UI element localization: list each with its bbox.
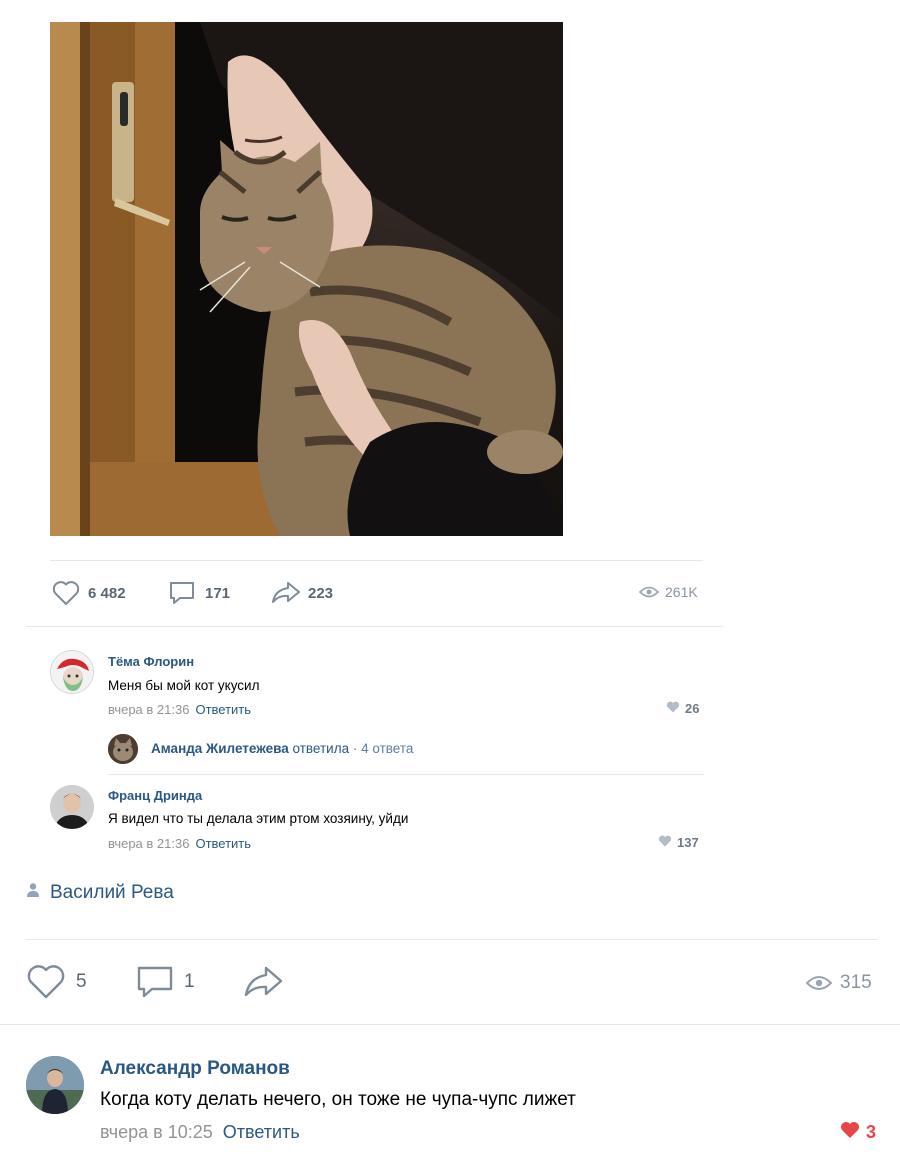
avatar[interactable] <box>50 785 94 829</box>
like-count: 5 <box>76 971 87 992</box>
comment-count: 171 <box>205 584 231 602</box>
replies-summary[interactable]: Аманда Жилетежева ответила · 4 ответа <box>151 741 413 756</box>
views: 261K <box>639 584 698 600</box>
heart-icon <box>666 701 680 716</box>
avatar[interactable] <box>50 650 94 694</box>
repost-author[interactable]: Василий Рева <box>26 882 174 904</box>
share-icon <box>270 580 302 606</box>
like-count: 6 482 <box>88 584 126 602</box>
user-icon <box>26 882 40 904</box>
share-button[interactable]: 223 <box>270 580 333 606</box>
reply-verb: ответила <box>292 741 350 756</box>
comment-like-count: 137 <box>677 835 699 850</box>
comment-like-button[interactable]: 137 <box>658 835 699 850</box>
divider <box>0 1024 900 1025</box>
comment-meta: вчера в 10:25 Ответить <box>100 1122 300 1143</box>
like-button[interactable]: 5 <box>26 964 87 1000</box>
reply-author[interactable]: Аманда Жилетежева <box>151 741 289 756</box>
like-button[interactable]: 6 482 <box>52 580 126 606</box>
comment-meta: вчера в 21:36 Ответить <box>108 702 251 717</box>
divider <box>26 939 877 940</box>
avatar[interactable] <box>26 1056 84 1114</box>
comment-button[interactable]: 171 <box>168 580 230 606</box>
repost-author-name[interactable]: Василий Рева <box>50 882 174 904</box>
heart-icon <box>26 964 66 1000</box>
share-button[interactable] <box>242 964 284 1000</box>
comment-time[interactable]: вчера в 21:36 <box>108 702 189 717</box>
comment-text: Когда коту делать нечего, он тоже не чуп… <box>100 1089 576 1110</box>
comment-count: 1 <box>184 971 195 992</box>
reply-button[interactable]: Ответить <box>195 702 251 717</box>
comment-author[interactable]: Франц Дринда <box>108 788 202 803</box>
comment-text: Я видел что ты делала этим ртом хозяину,… <box>108 811 409 826</box>
divider <box>108 774 704 775</box>
views-count: 315 <box>840 972 872 993</box>
views: 315 <box>806 972 872 994</box>
reply-button[interactable]: Ответить <box>223 1122 300 1142</box>
comment-button[interactable]: 1 <box>136 964 195 1000</box>
comment-text: Меня бы мой кот укусил <box>108 678 260 693</box>
reply-button[interactable]: Ответить <box>195 836 251 851</box>
comment-time[interactable]: вчера в 21:36 <box>108 836 189 851</box>
reply-count[interactable]: · 4 ответа <box>353 741 414 756</box>
divider <box>50 560 703 561</box>
divider <box>26 626 723 627</box>
reply-avatar[interactable] <box>108 734 138 764</box>
comment-like-count: 26 <box>685 701 700 716</box>
eye-icon <box>806 973 832 993</box>
comment-like-button[interactable]: 3 <box>840 1121 876 1144</box>
comment-meta: вчера в 21:36 Ответить <box>108 836 251 851</box>
comment-like-count: 3 <box>865 1122 876 1142</box>
comment-time[interactable]: вчера в 10:25 <box>100 1122 213 1142</box>
comment-icon <box>168 580 196 606</box>
views-count: 261K <box>665 584 698 600</box>
heart-icon <box>52 580 80 606</box>
share-icon <box>242 964 284 1000</box>
post-photo[interactable] <box>50 22 563 536</box>
heart-icon <box>658 835 672 850</box>
heart-icon <box>840 1121 860 1144</box>
share-count: 223 <box>308 584 334 602</box>
comment-author[interactable]: Тёма Флорин <box>108 654 194 669</box>
comment-author[interactable]: Александр Романов <box>100 1058 290 1080</box>
eye-icon <box>639 584 659 600</box>
comment-icon <box>136 964 174 1000</box>
comment-like-button[interactable]: 26 <box>666 701 699 716</box>
